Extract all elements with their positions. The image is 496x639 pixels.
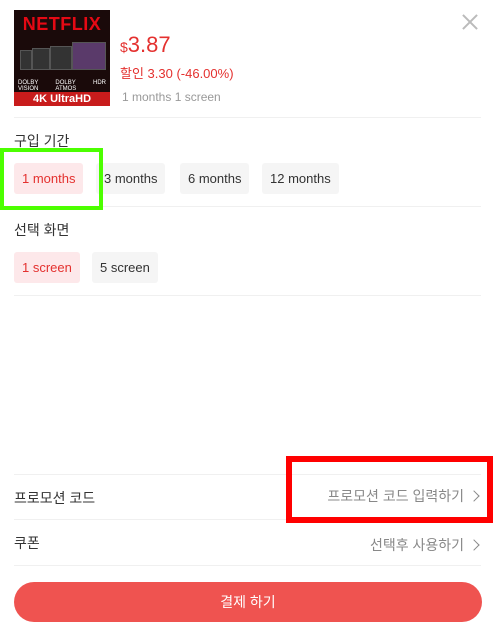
spec-dolby-vision: DOLBY VISION xyxy=(18,80,39,92)
netflix-logo: NETFLIX xyxy=(22,14,102,34)
spec-dolby-atmos: DOLBY ATMOS xyxy=(55,80,77,92)
discount-text: 할인 3.30 (-46.00%) xyxy=(120,66,234,81)
price: $3.87 xyxy=(120,32,171,58)
product-thumbnail: NETFLIX DOLBY VISION DOLBY ATMOS HDR 4K … xyxy=(14,10,110,106)
promo-label: 프로모션 코드 xyxy=(14,490,96,506)
chevron-right-icon xyxy=(468,539,480,551)
currency-symbol: $ xyxy=(120,39,128,55)
price-amount: 3.87 xyxy=(127,32,171,57)
screen-option-5-screen[interactable]: 5 screen xyxy=(92,252,158,283)
highlight-box-green xyxy=(0,148,103,210)
selected-variant: 1 months 1 screen xyxy=(122,90,221,104)
divider xyxy=(14,117,481,118)
coupon-select-link[interactable]: 선택후 사용하기 xyxy=(369,535,480,555)
divider xyxy=(14,295,481,296)
close-icon[interactable] xyxy=(460,12,480,32)
checkout-button[interactable]: 결제 하기 xyxy=(14,582,482,622)
screen-title: 선택 화면 xyxy=(14,222,70,238)
device-screens-graphic xyxy=(20,40,106,70)
period-option-6-months[interactable]: 6 months xyxy=(180,163,250,194)
uhd-badge: 4K UltraHD xyxy=(14,92,110,106)
screen-option-1-screen[interactable]: 1 screen xyxy=(14,252,80,283)
highlight-box-red xyxy=(286,456,493,523)
coupon-value: 선택후 사용하기 xyxy=(369,537,464,553)
period-option-3-months[interactable]: 3 months xyxy=(96,163,166,194)
spec-hdr: HDR xyxy=(93,80,106,86)
spec-labels: DOLBY VISION DOLBY ATMOS HDR xyxy=(18,80,106,92)
purchase-sheet: NETFLIX DOLBY VISION DOLBY ATMOS HDR 4K … xyxy=(0,0,496,639)
coupon-label: 쿠폰 xyxy=(14,535,40,551)
period-option-12-months[interactable]: 12 months xyxy=(262,163,339,194)
divider xyxy=(14,565,481,566)
